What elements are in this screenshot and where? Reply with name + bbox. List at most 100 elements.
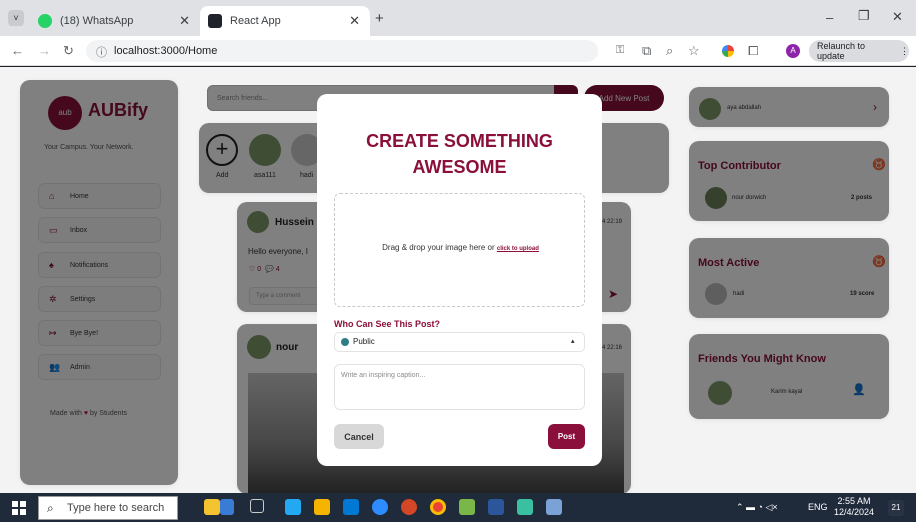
post-author[interactable]: Hussein — [275, 217, 314, 228]
create-post-modal: CREATE SOMETHING AWESOME Drag & drop you… — [317, 94, 602, 466]
extension-color-icon[interactable] — [722, 45, 734, 57]
visibility-select[interactable]: Public ▴ — [334, 332, 585, 352]
active-user-value: 19 score — [850, 291, 875, 297]
task-view-icon[interactable] — [250, 499, 264, 513]
clock-date: 12/4/2024 — [834, 507, 875, 517]
send-icon[interactable]: ➤ — [608, 287, 618, 301]
close-window-button[interactable]: ✕ — [892, 9, 903, 25]
new-tab-button[interactable]: + — [375, 10, 384, 27]
contributor-avatar[interactable] — [705, 187, 727, 209]
suggestions-card — [689, 334, 889, 419]
story-label: hadi — [300, 172, 314, 179]
logout-icon: ↦ — [49, 327, 57, 338]
aubify-logo-icon: aub — [48, 96, 82, 130]
bookmark-star-icon[interactable]: ☆ — [688, 44, 700, 58]
add-friend-icon[interactable]: 👤 — [852, 383, 866, 396]
left-sidebar — [20, 80, 178, 485]
relaunch-button[interactable]: Relaunch to update ⋮ — [809, 40, 909, 62]
award-icon: ♉ — [872, 159, 886, 171]
inbox-icon: ▭ — [49, 224, 58, 235]
people-icon[interactable] — [220, 499, 234, 515]
notification-center-button[interactable]: 21 — [888, 500, 904, 516]
tab-strip: ˅ (18) WhatsApp ✕ React App ✕ + – ❐ ✕ — [0, 0, 916, 36]
close-tab-icon[interactable]: ✕ — [179, 13, 190, 29]
heart-icon: ♥ — [83, 410, 89, 417]
clock[interactable]: 2:55 AM 12/4/2024 — [834, 496, 874, 518]
zoom-icon[interactable]: ⌕ — [666, 44, 673, 58]
system-tray-icons[interactable]: ⌃ ▬ ◔ ◁× — [736, 502, 778, 513]
post-time: 4 22:19 — [602, 219, 623, 225]
app-icon[interactable] — [546, 499, 562, 515]
globe-icon — [341, 338, 349, 346]
file-explorer-icon[interactable] — [314, 499, 330, 515]
sidebar-item-inbox[interactable]: ▭ Inbox — [38, 217, 161, 243]
tab-react-app[interactable]: React App ✕ — [200, 6, 370, 36]
outlook-icon[interactable] — [343, 499, 359, 515]
chrome-icon[interactable] — [430, 499, 446, 515]
site-info-icon[interactable]: ⓘ — [96, 44, 107, 60]
post-author-avatar[interactable] — [247, 335, 271, 359]
caption-input[interactable]: Write an inspiring caption... — [334, 364, 585, 410]
home-icon: ⌂ — [49, 191, 55, 201]
suggestions-title: Friends You Might Know — [698, 353, 826, 365]
post-author-avatar[interactable] — [247, 211, 269, 233]
cancel-button[interactable]: Cancel — [334, 424, 384, 449]
tab-whatsapp[interactable]: (18) WhatsApp ✕ — [30, 6, 200, 36]
active-user-avatar[interactable] — [705, 283, 727, 305]
comment-icon[interactable]: 💬 — [265, 266, 274, 273]
add-story-icon[interactable]: + — [206, 134, 238, 166]
install-app-icon[interactable]: ⧉ — [642, 44, 651, 58]
post-button[interactable]: Post — [548, 424, 585, 449]
sidebar-item-home[interactable]: ⌂ Home — [38, 183, 161, 209]
chevron-right-icon[interactable]: › — [873, 100, 877, 114]
app-icon[interactable] — [517, 499, 533, 515]
sidebar-item-settings[interactable]: ✲ Settings — [38, 286, 161, 312]
gear-icon: ✲ — [49, 293, 57, 304]
story-avatar[interactable] — [249, 134, 281, 166]
reload-icon[interactable]: ↻ — [63, 44, 74, 58]
comment-placeholder: Type a comment — [256, 293, 301, 299]
comment-count: 4 — [275, 266, 280, 273]
restore-button[interactable]: ❐ — [858, 8, 870, 24]
password-key-icon[interactable]: ⚿ — [616, 44, 624, 57]
sidebar-item-admin[interactable]: 👥 Admin — [38, 354, 161, 380]
tab-search-button[interactable]: ˅ — [8, 10, 24, 26]
sidebar-item-logout[interactable]: ↦ Bye Bye! — [38, 320, 161, 346]
vscode-icon[interactable] — [285, 499, 301, 515]
image-dropzone[interactable]: Drag & drop your image here or click to … — [334, 193, 585, 307]
back-icon[interactable]: ← — [11, 44, 24, 58]
like-icon[interactable]: ♡ — [249, 266, 255, 273]
profile-avatar — [699, 98, 721, 120]
minimize-button[interactable]: – — [826, 10, 833, 25]
weather-widget-icon[interactable] — [204, 499, 220, 515]
award-icon: ♉ — [872, 256, 886, 268]
powerpoint-icon[interactable] — [401, 499, 417, 515]
story-label: Add — [216, 172, 229, 179]
windows-start-icon[interactable] — [12, 501, 26, 515]
profile-avatar[interactable]: A — [786, 44, 800, 58]
taskbar-search-input[interactable]: ⌕ Type here to search — [38, 496, 178, 520]
most-active-title: Most Active — [698, 257, 760, 269]
extensions-puzzle-icon[interactable]: ⧠ — [748, 44, 758, 58]
admin-icon: 👥 — [49, 361, 61, 372]
tab-label: React App — [230, 15, 281, 27]
visibility-label: Who Can See This Post? — [334, 319, 441, 329]
suggested-user-avatar[interactable] — [708, 381, 732, 405]
taskbar-search-placeholder: Type here to search — [67, 502, 165, 514]
word-icon[interactable] — [488, 499, 504, 515]
profile-name: aya abdallah — [727, 105, 762, 111]
relaunch-label: Relaunch to update — [817, 41, 866, 61]
forward-icon[interactable]: → — [38, 44, 51, 58]
post-author[interactable]: nour — [276, 342, 298, 353]
close-tab-icon[interactable]: ✕ — [349, 13, 360, 29]
post-text: Hello everyone, I — [248, 247, 309, 256]
address-bar[interactable]: ⓘ localhost:3000/Home ⚿ — [86, 40, 624, 62]
language-indicator[interactable]: ENG — [808, 502, 828, 512]
sidebar-item-label: Bye Bye! — [70, 329, 99, 337]
comment-input[interactable]: Type a comment — [249, 287, 319, 305]
zoom-app-icon[interactable] — [372, 499, 388, 515]
sidebar-item-notifications[interactable]: ♠ Notifications — [38, 252, 161, 278]
suggested-user-name: Karim kayal — [771, 389, 803, 395]
app-icon[interactable] — [459, 499, 475, 515]
click-to-upload-link[interactable]: click to upload — [497, 246, 539, 252]
